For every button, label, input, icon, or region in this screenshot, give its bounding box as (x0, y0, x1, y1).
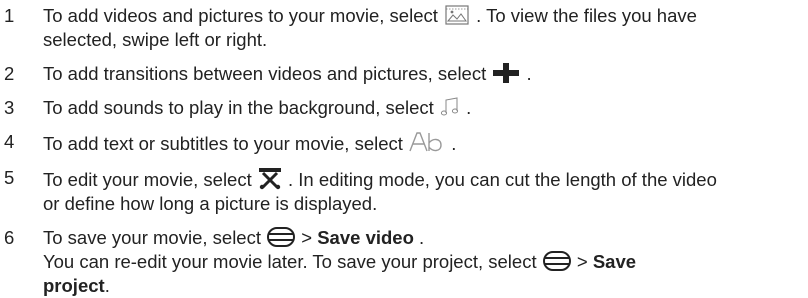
menu-option-save-video: Save video (317, 227, 414, 248)
step-number: 2 (4, 63, 15, 84)
step-1: 1 To add videos and pictures to your mov… (0, 4, 808, 52)
step-text: To add sounds to play in the background,… (43, 97, 439, 118)
step-text: or define how long a picture is displaye… (43, 193, 378, 214)
step-text: . In editing mode, you can cut the lengt… (288, 169, 717, 190)
step-text: To add text or subtitles to your movie, … (43, 133, 409, 154)
menu-icon (542, 250, 572, 272)
step-text: selected, swipe left or right. (43, 29, 268, 50)
music-note-icon (439, 96, 461, 118)
step-number: 3 (4, 97, 15, 118)
step-text: . (466, 97, 472, 118)
scissors-edit-icon (257, 166, 283, 190)
menu-icon (266, 226, 296, 248)
step-text: . To view the files you have (476, 5, 697, 26)
picture-gallery-icon (443, 4, 471, 26)
menu-option-save-project: Save (592, 251, 637, 272)
step-text: > (301, 227, 318, 248)
step-3: 3 To add sounds to play in the backgroun… (0, 96, 808, 120)
step-number: 6 (4, 227, 15, 248)
step-6: 6 To save your movie, select > Save vide… (0, 226, 808, 298)
step-2: 2 To add transitions between videos and … (0, 62, 808, 86)
step-text: . (419, 227, 425, 248)
step-number: 1 (4, 5, 15, 26)
step-number: 4 (4, 131, 15, 152)
step-5: 5 To edit your movie, select . In editin… (0, 166, 808, 216)
step-text: To save your movie, select (43, 227, 267, 248)
step-text: To add transitions between videos and pi… (43, 63, 492, 84)
step-text: > (576, 251, 593, 272)
step-text: To add videos and pictures to your movie… (43, 5, 444, 26)
instruction-steps: 1 To add videos and pictures to your mov… (0, 0, 808, 298)
step-text: You can re-edit your movie later. To sav… (43, 251, 542, 272)
text-ab-icon (408, 130, 446, 154)
step-text: . (526, 63, 532, 84)
step-text: . (451, 133, 457, 154)
step-number: 5 (4, 167, 15, 188)
plus-icon (491, 62, 521, 84)
step-4: 4 To add text or subtitles to your movie… (0, 130, 808, 156)
step-text: To edit your movie, select (43, 169, 257, 190)
